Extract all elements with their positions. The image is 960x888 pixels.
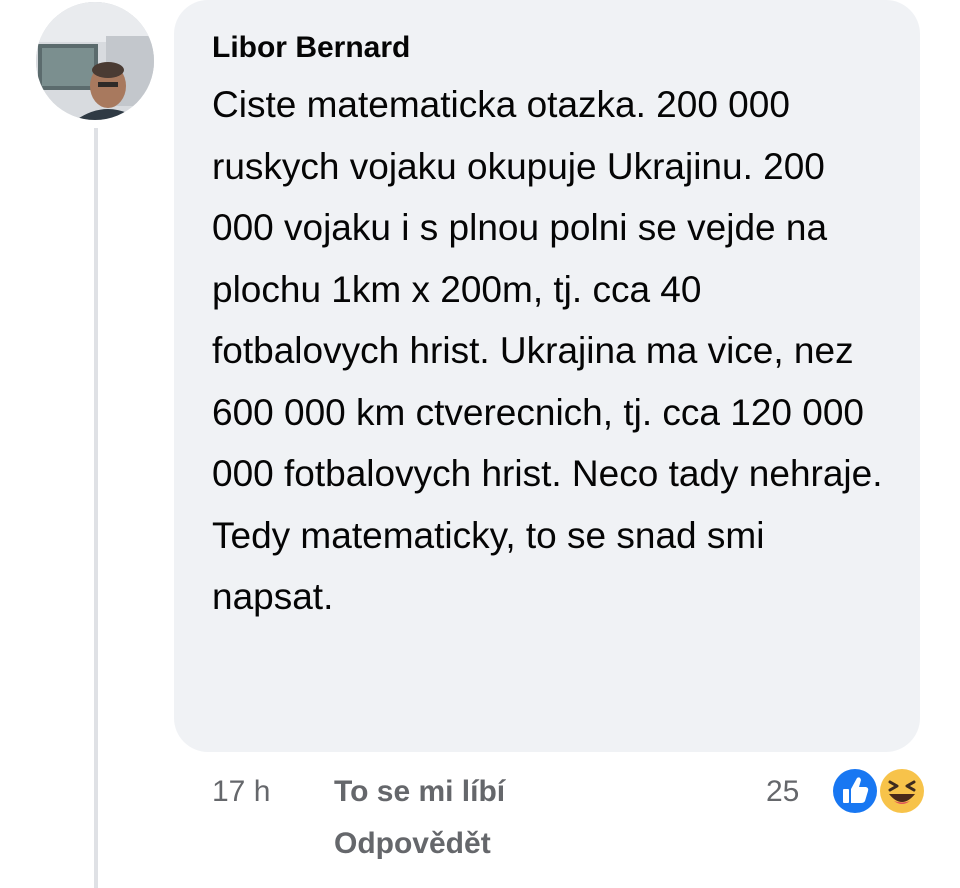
reactions-summary[interactable] xyxy=(826,762,936,820)
reply-button[interactable]: Odpovědět xyxy=(334,824,491,864)
avatar-photo xyxy=(36,2,154,120)
reaction-count[interactable]: 25 xyxy=(766,772,799,812)
like-button[interactable]: To se mi líbí xyxy=(334,772,505,812)
thread-line xyxy=(94,128,98,888)
like-icon xyxy=(830,766,880,816)
avatar[interactable] xyxy=(36,2,154,120)
comment-timestamp[interactable]: 17 h xyxy=(212,772,270,812)
comment-text: Ciste matematicka otazka. 200 000 ruskyc… xyxy=(212,84,883,617)
comment-author[interactable]: Libor Bernard xyxy=(212,28,890,68)
comment-bubble: Libor Bernard Ciste matematicka otazka. … xyxy=(174,0,920,752)
haha-icon xyxy=(877,766,927,816)
